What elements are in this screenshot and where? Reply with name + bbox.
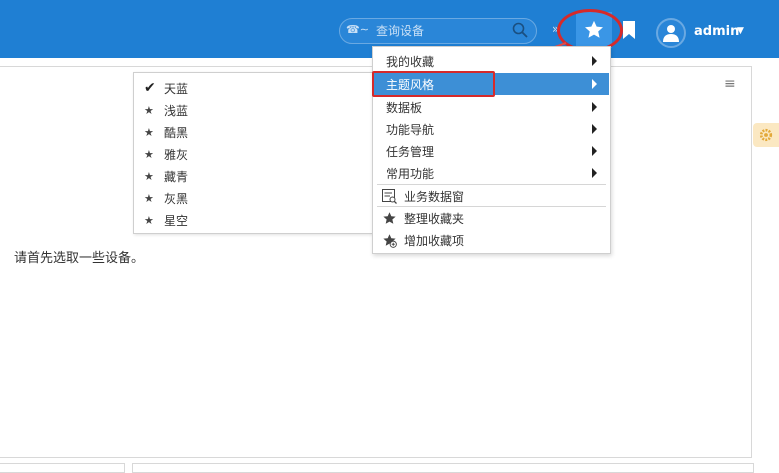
menu-item-label: 增加收藏项 — [404, 233, 465, 248]
menu-item-task-management[interactable]: 任务管理 — [374, 140, 609, 162]
star-icon: ★ — [144, 147, 154, 161]
bottom-panel-left — [0, 463, 125, 473]
menu-item-my-favorites[interactable]: 我的收藏 — [374, 50, 609, 72]
menu-item-label: 整理收藏夹 — [404, 211, 465, 226]
theme-option-yahui[interactable]: ★ 雅灰 — [144, 144, 188, 164]
star-icon: ★ — [144, 191, 154, 205]
theme-option-tianlan[interactable]: ✔ 天蓝 — [144, 78, 188, 98]
search-icon[interactable] — [512, 22, 528, 41]
menu-item-organize-favorites[interactable]: 整理收藏夹 — [374, 207, 609, 229]
bottom-panel-right — [132, 463, 754, 473]
theme-option-huihei[interactable]: ★ 灰黑 — [144, 188, 188, 208]
menu-item-business-data-window[interactable]: 业务数据窗 — [374, 185, 609, 207]
theme-option-kuhei[interactable]: ★ 酷黑 — [144, 122, 188, 142]
username-label[interactable]: admin — [694, 24, 739, 39]
hamburger-menu-icon[interactable]: ≡ — [724, 76, 736, 92]
theme-option-label: 藏青 — [164, 169, 189, 184]
check-icon: ✔ — [144, 80, 156, 96]
bookmark-icon[interactable] — [622, 21, 636, 42]
star-icon: ★ — [144, 103, 154, 117]
menu-item-common-functions[interactable]: 常用功能 — [374, 162, 609, 184]
menu-item-label: 常用功能 — [386, 166, 435, 181]
menu-item-label: 任务管理 — [386, 144, 435, 159]
annotation-highlight-box — [372, 71, 495, 97]
settings-gear-button[interactable] — [753, 123, 779, 147]
theme-option-label: 星空 — [164, 213, 189, 228]
menu-item-label: 我的收藏 — [386, 54, 435, 69]
theme-option-label: 雅灰 — [164, 147, 189, 162]
chevron-down-icon[interactable]: ▼ — [737, 26, 744, 36]
avatar[interactable] — [656, 18, 686, 48]
theme-option-label: 浅蓝 — [164, 103, 189, 118]
chevron-right-icon — [592, 124, 597, 134]
theme-option-label: 灰黑 — [164, 191, 189, 206]
menu-item-function-nav[interactable]: 功能导航 — [374, 118, 609, 140]
chevron-right-icon — [592, 168, 597, 178]
menu-item-add-favorite[interactable]: 增加收藏项 — [374, 229, 609, 251]
chevron-right-icon — [592, 102, 597, 112]
device-search-input[interactable] — [376, 22, 506, 40]
star-icon: ★ — [144, 213, 154, 227]
user-icon — [663, 25, 679, 42]
star-icon: ★ — [144, 169, 154, 183]
menu-item-dashboard[interactable]: 数据板 — [374, 96, 609, 118]
theme-submenu: ✔ 天蓝 ★ 浅蓝 ★ 酷黑 ★ 雅灰 ★ 藏青 ★ 灰黑 ★ 星空 — [133, 72, 373, 234]
menu-item-label: 数据板 — [386, 100, 423, 115]
gear-icon — [759, 128, 773, 142]
star-icon: ★ — [144, 125, 154, 139]
chevron-right-icon — [592, 146, 597, 156]
menu-item-label: 业务数据窗 — [404, 189, 465, 204]
theme-option-label: 酷黑 — [164, 125, 189, 140]
search-type-selector[interactable]: ☎∼ — [346, 23, 369, 36]
data-window-icon — [380, 188, 398, 204]
star-icon — [380, 211, 398, 226]
star-add-icon — [380, 233, 398, 248]
chevron-right-icon — [592, 79, 597, 89]
empty-selection-message: 请首先选取一些设备。 — [14, 251, 145, 266]
theme-option-label: 天蓝 — [164, 81, 189, 96]
theme-option-zangqing[interactable]: ★ 藏青 — [144, 166, 188, 186]
theme-option-xingkong[interactable]: ★ 星空 — [144, 210, 188, 230]
menu-item-label: 功能导航 — [386, 122, 435, 137]
chevron-right-icon — [592, 56, 597, 66]
theme-option-qianlan[interactable]: ★ 浅蓝 — [144, 100, 188, 120]
